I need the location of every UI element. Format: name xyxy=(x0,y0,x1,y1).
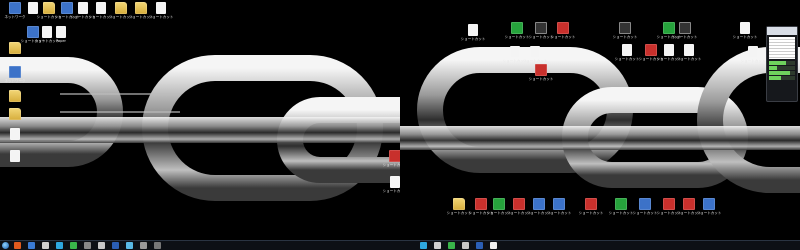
file-icon xyxy=(390,176,400,188)
taskbar-app-icon[interactable] xyxy=(70,242,77,249)
taskbar-app-icon[interactable] xyxy=(462,242,469,249)
app-icon xyxy=(619,22,631,34)
desktop-shortcut[interactable]: ショートカット xyxy=(674,44,704,72)
calendar-gadget-header xyxy=(767,27,797,35)
shortcut-label: ショートカット xyxy=(578,211,604,215)
shortcut-label: ショートカット xyxy=(676,57,702,61)
taskbar-app-icon[interactable] xyxy=(154,242,161,249)
file-icon xyxy=(748,46,758,58)
app-icon xyxy=(615,198,627,210)
shortcut-label: ショートカット xyxy=(546,211,572,215)
taskbar-app-icon[interactable] xyxy=(490,242,497,249)
shortcut-label: ショートカット xyxy=(522,59,548,63)
taskbar-app-icon[interactable] xyxy=(42,242,49,249)
desktop-shortcut[interactable]: ショートカット xyxy=(544,198,574,226)
monitor-left: ネットワーク ネットワーク ショートカット ショートカット ショートカット ショートカッ… xyxy=(0,0,400,250)
shortcut-label: ショートカット xyxy=(550,35,576,39)
network-icon xyxy=(9,66,21,78)
taskbar-app-icon[interactable] xyxy=(98,242,105,249)
app-icon xyxy=(535,22,547,34)
shortcut-label: ショートカット xyxy=(460,37,486,41)
folder-icon xyxy=(453,198,465,210)
meter-fill xyxy=(769,71,790,75)
app-icon xyxy=(639,198,651,210)
desktop-shortcut[interactable] xyxy=(0,150,30,178)
desktop-shortcut[interactable]: ショートカット xyxy=(738,46,768,74)
start-button[interactable] xyxy=(2,242,9,249)
meter-bar xyxy=(769,66,795,70)
shortcut-label: ショートカット xyxy=(672,35,698,39)
meter-fill xyxy=(769,76,781,80)
taskbar-left xyxy=(0,240,400,250)
file-icon xyxy=(684,44,694,56)
app-icon xyxy=(557,22,569,34)
file-icon xyxy=(468,24,478,36)
shortcut-label: ショートカット xyxy=(382,163,400,167)
shortcut-label: Paper xyxy=(56,39,66,43)
app-icon xyxy=(535,64,547,76)
file-icon xyxy=(510,46,520,58)
desktop-shortcut[interactable]: ショートカット xyxy=(694,198,724,226)
desktop-screen: ネットワーク ネットワーク ショートカット ショートカット ショートカット ショートカッ… xyxy=(0,0,800,250)
meter-fill xyxy=(769,61,786,65)
meter-bar xyxy=(769,76,795,80)
taskbar-app-icon[interactable] xyxy=(28,242,35,249)
shortcut-label: ショートカット xyxy=(732,35,758,39)
app-icon xyxy=(585,198,597,210)
app-icon xyxy=(703,198,715,210)
taskbar-app-icon[interactable] xyxy=(56,242,63,249)
shortcut-label: ショートカット xyxy=(382,189,400,193)
desktop-shortcut[interactable]: ショートカット xyxy=(548,22,578,50)
shortcut-label: ショートカット xyxy=(612,35,638,39)
shortcut-label: ショートカット xyxy=(740,59,766,63)
taskbar-app-icon[interactable] xyxy=(448,242,455,249)
folder-icon xyxy=(9,90,21,102)
taskbar-app-icon[interactable] xyxy=(84,242,91,249)
taskbar-app-icon[interactable] xyxy=(126,242,133,249)
taskbar-app-icon[interactable] xyxy=(14,242,21,249)
desktop-shortcut[interactable]: ショートカット xyxy=(146,2,176,30)
desktop-shortcut[interactable]: ショートカット xyxy=(576,198,606,226)
desktop-shortcut[interactable]: Paper xyxy=(46,26,76,54)
taskbar-app-icon[interactable] xyxy=(476,242,483,249)
desktop-shortcut[interactable]: ショートカット xyxy=(380,150,400,178)
file-icon xyxy=(664,44,674,56)
file-icon xyxy=(10,150,20,162)
file-icon xyxy=(530,46,540,58)
desktop-shortcut[interactable]: ショートカット xyxy=(526,64,556,92)
shortcut-label: ショートカット xyxy=(696,211,722,215)
file-icon xyxy=(56,26,66,38)
file-icon xyxy=(156,2,166,14)
taskbar-right xyxy=(400,240,800,250)
desktop-shortcut[interactable]: ショートカット xyxy=(380,176,400,204)
file-icon xyxy=(622,44,632,56)
app-icon xyxy=(679,22,691,34)
taskbar-app-icon[interactable] xyxy=(140,242,147,249)
app-icon xyxy=(553,198,565,210)
app-icon xyxy=(511,22,523,34)
shortcut-label: ショートカット xyxy=(528,77,554,81)
desktop-shortcut[interactable]: ショートカット xyxy=(458,24,488,52)
shortcut-label: ショートカット xyxy=(148,15,174,19)
meter-bar xyxy=(769,71,795,75)
desktop-gadget[interactable] xyxy=(766,26,798,102)
calendar-grid[interactable] xyxy=(769,37,795,59)
cpu-meter xyxy=(767,61,797,80)
meter-fill xyxy=(769,66,777,70)
file-icon xyxy=(740,22,750,34)
taskbar-app-icon[interactable] xyxy=(112,242,119,249)
shortcut-label: ネットワーク xyxy=(4,79,26,83)
taskbar-app-icon[interactable] xyxy=(434,242,441,249)
monitor-right: ショートカット ショートカット ショートカット ショートカット ショートカット ショートカ… xyxy=(400,0,800,250)
folder-icon xyxy=(9,108,21,120)
file-icon xyxy=(10,128,20,140)
taskbar-app-icon[interactable] xyxy=(420,242,427,249)
meter-bar xyxy=(769,61,795,65)
file-icon xyxy=(96,2,106,14)
app-icon xyxy=(389,150,400,162)
